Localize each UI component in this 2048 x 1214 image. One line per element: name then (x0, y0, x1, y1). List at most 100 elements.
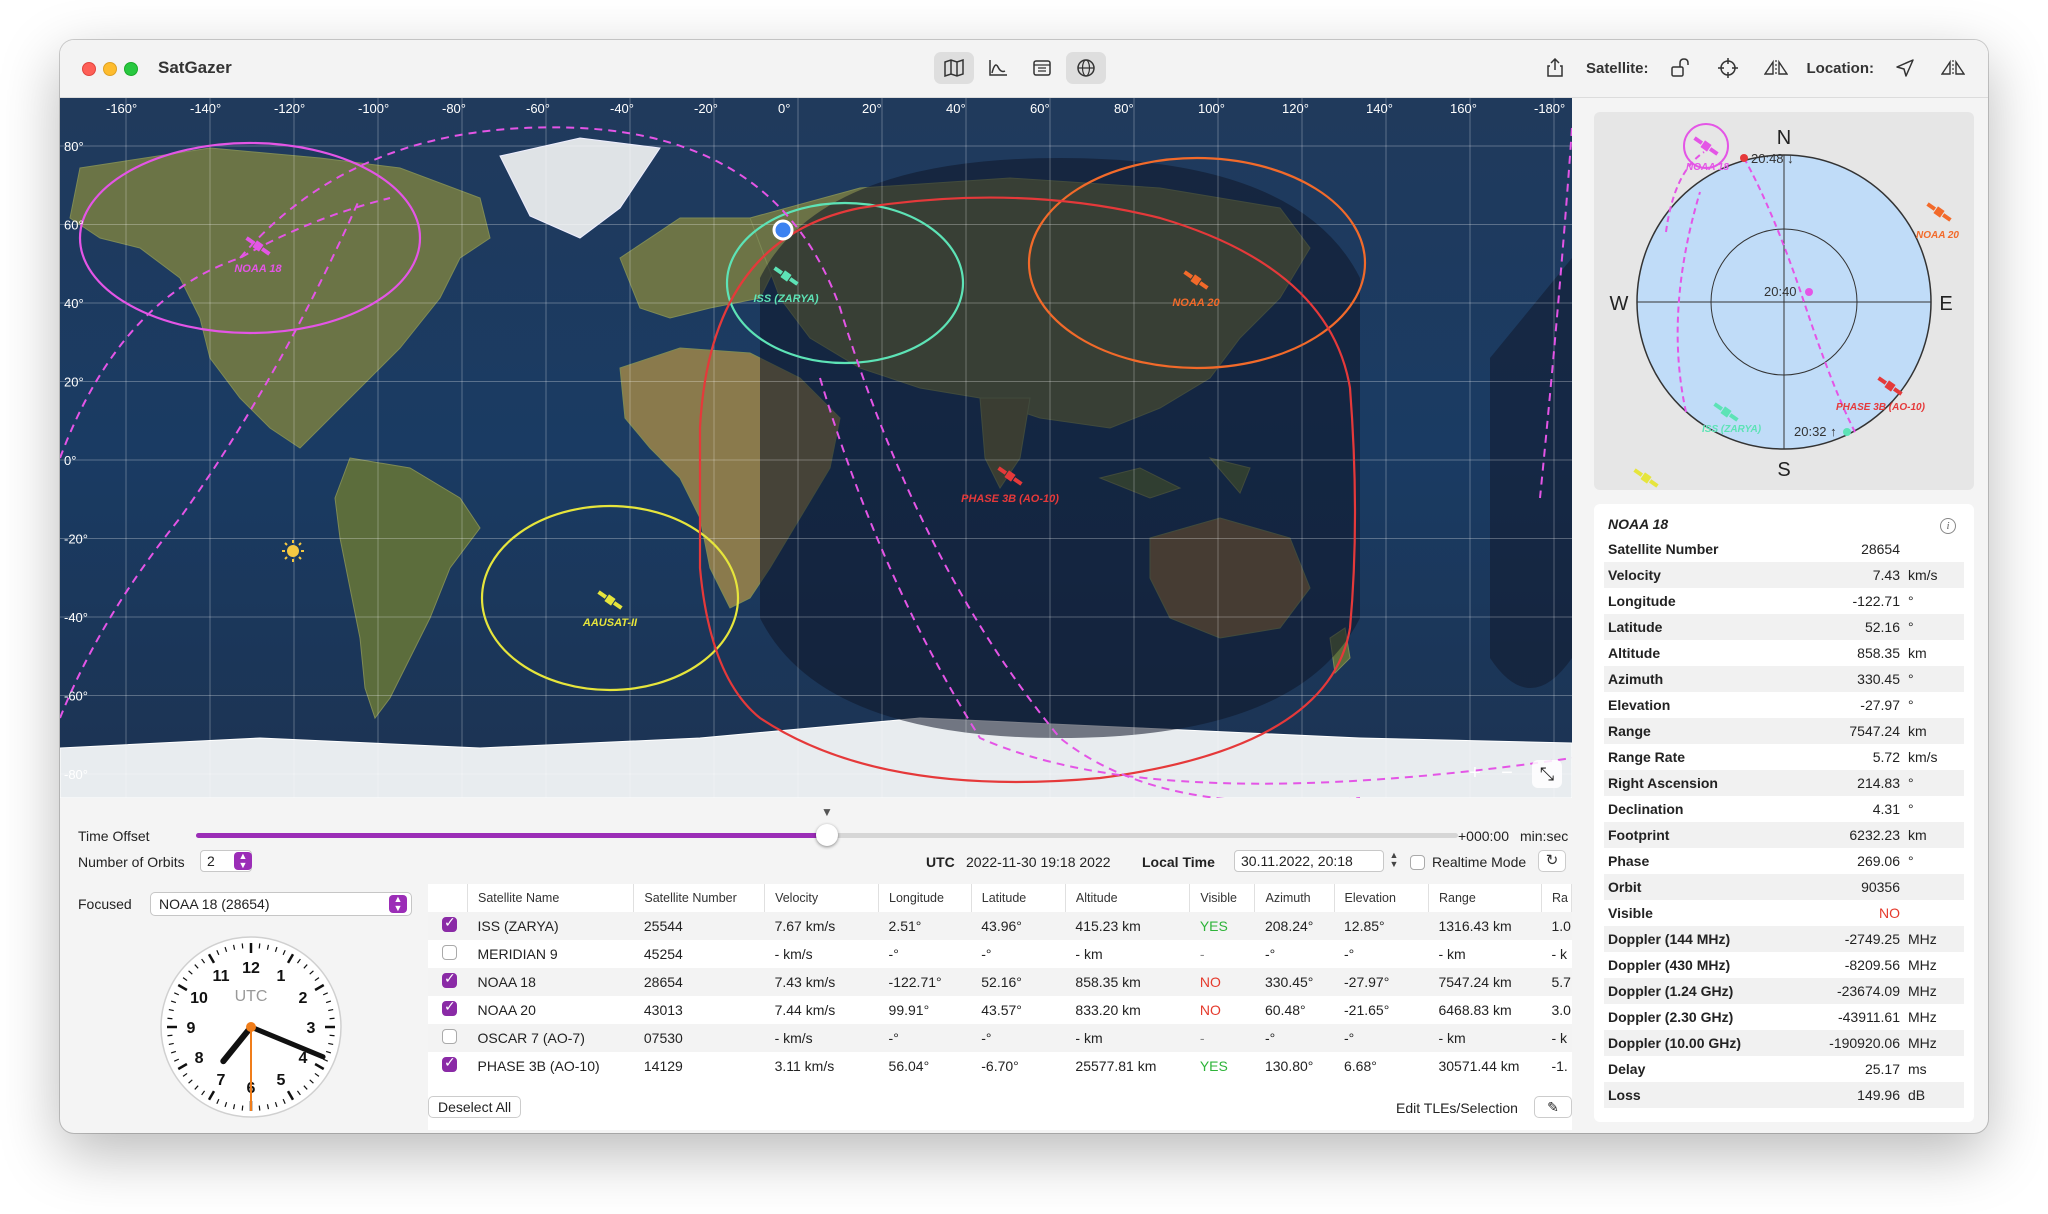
observer-location-marker (772, 219, 794, 241)
column-header[interactable]: Elevation (1334, 884, 1429, 912)
zoom-window-button[interactable] (124, 62, 138, 76)
share-button[interactable] (1538, 52, 1572, 84)
column-header[interactable]: Ra (1541, 884, 1573, 912)
location-button[interactable] (1888, 52, 1922, 84)
table-cell: 1316.43 km (1428, 912, 1542, 940)
night-terminator (760, 158, 1360, 738)
column-header[interactable]: Satellite Name (467, 884, 635, 912)
table-cell: YES (1199, 1058, 1228, 1074)
globe-view-button[interactable] (1066, 52, 1106, 84)
table-cell: -° (971, 1024, 1066, 1052)
map-view-button[interactable] (934, 52, 974, 84)
column-header[interactable]: Satellite Number (633, 884, 766, 912)
orbits-stepper[interactable]: ▲ ▼ (234, 852, 252, 870)
info-icon[interactable]: i (1940, 518, 1956, 534)
chart-view-button[interactable] (978, 52, 1018, 84)
time-offset-slider[interactable]: ▼ (196, 805, 1458, 846)
table-row[interactable]: NOAA 20 43013 7.44 km/s 99.91° 43.57° 833.20 … (428, 996, 1572, 1024)
table-row[interactable]: OSCAR 7 (AO-7) 07530- km/s -° -° - km - -° -° - … (428, 1024, 1572, 1052)
info-unit: km (1908, 827, 1927, 843)
info-row: Right Ascension 214.83 ° (1604, 770, 1964, 796)
table-cell: 6.68° (1344, 1058, 1377, 1074)
local-time-field[interactable]: 30.11.2022, 20:18 (1234, 850, 1384, 872)
table-cell: NOAA 18 (467, 968, 634, 996)
column-header[interactable]: Visible (1189, 884, 1256, 912)
column-header[interactable]: Longitude (878, 884, 972, 912)
column-header[interactable]: Altitude (1065, 884, 1191, 912)
column-header[interactable]: Azimuth (1254, 884, 1335, 912)
row-select-checkbox[interactable] (442, 999, 457, 1016)
satellite-label: Satellite: (1585, 59, 1649, 77)
sky-east-label: E (1939, 293, 1952, 315)
fullscreen-map-button[interactable]: ⤡ (1532, 760, 1562, 788)
info-key: Doppler (1.24 GHz) (1608, 983, 1734, 999)
info-value: NO (1879, 905, 1900, 921)
edit-tles-button[interactable]: ✎ (1534, 1096, 1572, 1118)
table-cell: NO (1199, 1002, 1221, 1018)
time-offset-value: +000:00 (1458, 828, 1509, 844)
table-cell: 208.24° (1254, 912, 1334, 940)
table-cell: 43013 (643, 1002, 683, 1018)
map-satellite-label: AAUSAT-II (582, 617, 638, 629)
table-cell: NOAA 20 (477, 1002, 536, 1018)
realtime-mode-checkbox[interactable] (1410, 855, 1425, 870)
info-row: Range 7547.24 km (1604, 718, 1964, 744)
row-select-checkbox[interactable] (442, 915, 457, 932)
satellite-target-button[interactable] (1711, 52, 1745, 84)
table-row[interactable]: ISS (ZARYA)255447.67 km/s2.51°43.96°415.… (428, 912, 1572, 940)
zoom-out-button[interactable]: − (1494, 762, 1520, 786)
row-select-checkbox[interactable] (442, 971, 457, 988)
table-cell: YES (1189, 912, 1255, 940)
satellite-table: Satellite Name Satellite Number Velocity Lo… (428, 884, 1573, 1130)
info-row: Satellite Number 28654 (1604, 536, 1964, 562)
longitude-label: -120° (274, 101, 305, 116)
time-offset-slider-knob[interactable] (816, 824, 838, 846)
close-window-button[interactable] (82, 62, 96, 76)
info-key: Doppler (2.30 GHz) (1608, 1009, 1734, 1025)
info-row: Doppler (10.00 GHz) -190920.06 MHz (1604, 1030, 1964, 1056)
table-cell: -122.71° (878, 968, 972, 996)
info-row: Footprint 6232.23 km (1604, 822, 1964, 848)
noaa20-sky-satellite-icon (1926, 202, 1952, 222)
table-row[interactable]: NOAA 18286547.43 km/s-122.71°52.16°858.3… (428, 968, 1572, 996)
satellite-lock-button[interactable] (1663, 52, 1697, 84)
clock-number: 2 (299, 990, 308, 1007)
zoom-in-button[interactable]: + (1462, 762, 1488, 786)
column-header[interactable]: Velocity (764, 884, 880, 912)
table-view-button[interactable] (1022, 52, 1062, 84)
deselect-all-button[interactable]: Deselect All (428, 1096, 522, 1118)
focused-satellite-select[interactable]: NOAA 18 (28654) ▲ ▼ (150, 892, 412, 916)
sky-west-label: W (1610, 293, 1629, 315)
info-value: 25.17 (1864, 1061, 1900, 1077)
info-rows: Satellite Number 28654 Velocity 7.43 km/s Lon… (1604, 536, 1964, 1108)
latitude-label: 60° (64, 218, 84, 233)
row-select-checkbox[interactable] (442, 1029, 457, 1044)
table-cell: -° (1344, 946, 1355, 962)
refresh-button[interactable]: ↻ (1538, 850, 1566, 872)
row-select-checkbox[interactable] (442, 945, 457, 960)
sky-label-phase3b: PHASE 3B (AO-10) (1836, 402, 1926, 413)
table-cell: - km (1428, 1024, 1542, 1052)
column-header[interactable]: Latitude (971, 884, 1066, 912)
clock-number: 12 (242, 960, 260, 977)
pencil-icon: ✎ (1547, 1099, 1559, 1115)
row-select-checkbox[interactable] (442, 1055, 457, 1072)
info-key: Delay (1608, 1061, 1646, 1077)
column-header[interactable]: Range (1428, 884, 1542, 912)
table-cell: -° (1254, 1024, 1334, 1052)
table-cell: 833.20 km (1075, 1002, 1141, 1018)
world-map[interactable]: NOAA 18 ISS (ZARYA) NOAA 20 PHASE 3B (AO-10… (60, 98, 1572, 798)
local-time-stepper[interactable]: ▲ ▼ (1388, 851, 1400, 869)
satellite-mirror-button[interactable] (1759, 52, 1793, 84)
latitude-label: -80° (64, 767, 88, 782)
table-row[interactable]: MERIDIAN 9 45254 - km/s -° -° - km - -° -° - km - … (428, 940, 1572, 968)
info-unit: ° (1908, 775, 1914, 791)
info-key: Altitude (1608, 645, 1661, 661)
unlock-icon (1670, 58, 1689, 77)
time-offset-label: Time Offset (78, 828, 150, 844)
info-value: 5.72 (1872, 749, 1900, 765)
minimize-window-button[interactable] (103, 62, 117, 76)
table-row[interactable]: PHASE 3B (AO-10) 14129 3.11 km/s 56.04° -6.7… (428, 1052, 1572, 1080)
sky-view-polar-plot[interactable]: N S E W 20:48 ↓ 20:40 20:32 ↑ NOAA 18 NO… (1594, 112, 1974, 490)
location-mirror-button[interactable] (1936, 52, 1970, 84)
